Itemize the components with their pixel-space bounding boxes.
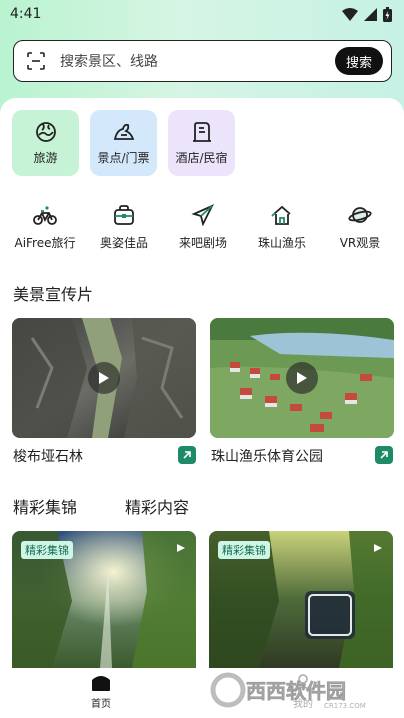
play-icon[interactable]	[88, 362, 120, 394]
search-bar[interactable]: 搜索景区、线路 搜索	[13, 40, 392, 82]
status-time: 4:41	[10, 6, 42, 22]
video-card-zhushan-park[interactable]	[210, 318, 394, 438]
open-link-icon[interactable]	[178, 446, 196, 464]
bag-icon	[114, 205, 134, 225]
gallery-badge: 精彩集锦	[218, 541, 270, 559]
gallery-card[interactable]: 精彩集锦	[209, 531, 393, 668]
service-label: 奥姿佳品	[99, 236, 148, 250]
svg-text:CR173.COM: CR173.COM	[324, 702, 366, 710]
globe-icon	[36, 122, 56, 142]
svg-text:西西软件园: 西西软件园	[246, 679, 346, 703]
play-icon[interactable]	[373, 543, 383, 553]
home-icon	[92, 676, 110, 691]
gallery-badge: 精彩集锦	[21, 541, 73, 559]
category-label: 旅游	[33, 151, 58, 165]
play-icon[interactable]	[176, 543, 186, 553]
send-icon	[191, 204, 214, 226]
video-card-stone-forest[interactable]	[12, 318, 196, 438]
signal-icon	[364, 7, 377, 21]
play-icon[interactable]	[286, 362, 318, 394]
service-vr[interactable]: VR观景	[325, 204, 395, 251]
category-travel[interactable]: 旅游	[12, 110, 79, 176]
house-icon	[271, 205, 291, 225]
scan-icon[interactable]	[26, 51, 46, 71]
category-label: 景点/门票	[97, 151, 150, 165]
category-label: 酒店/民宿	[175, 151, 228, 165]
category-hotel[interactable]: 酒店/民宿	[168, 110, 235, 176]
nav-home[interactable]: 首页	[85, 672, 117, 710]
tab-content[interactable]: 精彩内容	[125, 494, 189, 518]
watermark-logo: 西西软件园 CR173.COM	[206, 672, 384, 710]
video-label[interactable]: 珠山渔乐体育公园	[211, 446, 323, 466]
mountain-icon	[113, 123, 135, 140]
service-zhushan[interactable]: 珠山渔乐	[247, 204, 317, 251]
nav-home-label: 首页	[91, 699, 111, 710]
service-label: 珠山渔乐	[257, 236, 306, 250]
video-label[interactable]: 梭布垭石林	[13, 446, 83, 466]
hotel-icon	[193, 122, 211, 142]
service-label: VR观景	[339, 236, 381, 250]
planet-icon	[348, 207, 372, 223]
gallery-card[interactable]: 精彩集锦	[12, 531, 196, 668]
tab-highlights[interactable]: 精彩集锦	[13, 494, 77, 518]
search-button[interactable]: 搜索	[334, 47, 383, 75]
search-input[interactable]: 搜索景区、线路	[60, 51, 335, 71]
category-tickets[interactable]: 景点/门票	[90, 110, 157, 176]
battery-icon	[383, 6, 392, 22]
promo-section-title: 美景宣传片	[13, 285, 94, 304]
bike-icon	[33, 206, 57, 225]
service-label: 来吧剧场	[178, 236, 227, 250]
wifi-icon	[342, 7, 358, 21]
open-link-icon[interactable]	[375, 446, 393, 464]
status-icons	[342, 6, 392, 22]
service-aozi[interactable]: 奥姿佳品	[89, 204, 159, 251]
service-label: AiFree旅行	[14, 236, 76, 250]
status-bar: 4:41	[0, 0, 404, 28]
service-aifree[interactable]: AiFree旅行	[10, 204, 80, 251]
service-theater[interactable]: 来吧剧场	[168, 204, 238, 251]
